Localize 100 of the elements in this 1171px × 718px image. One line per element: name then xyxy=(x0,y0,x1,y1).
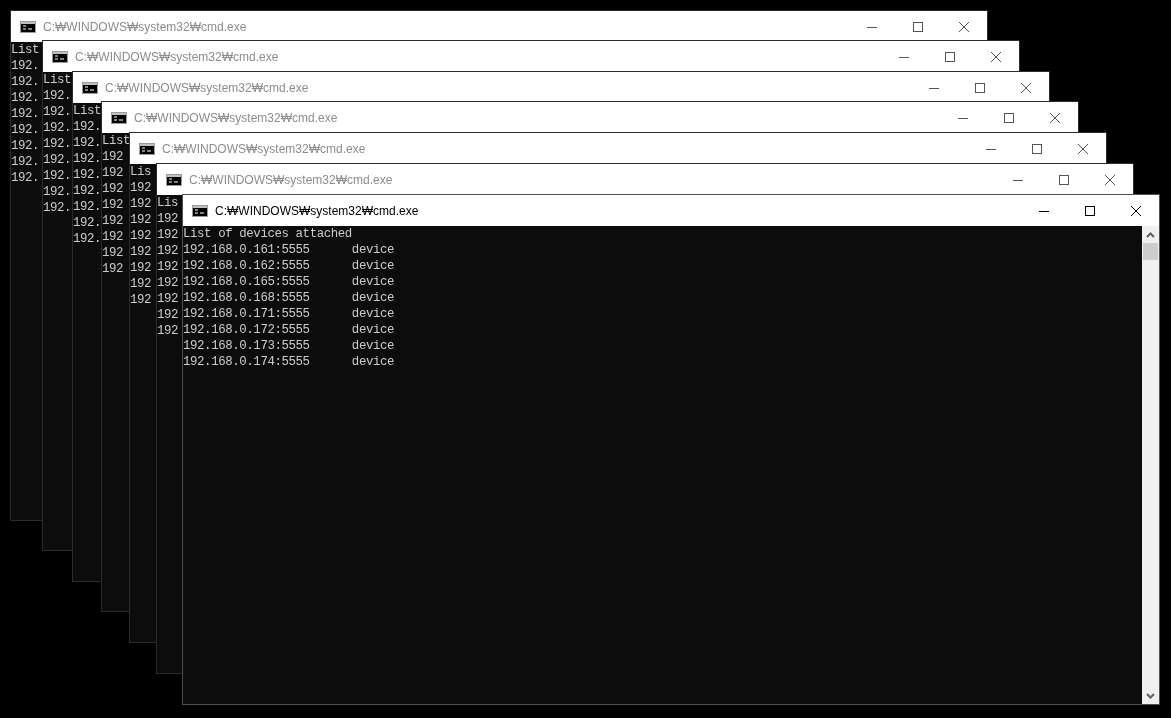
console-line: 192 xyxy=(157,307,179,323)
console-line: 192 xyxy=(130,276,152,292)
console-line: List xyxy=(102,133,131,149)
console-line: List xyxy=(43,72,72,88)
console-icon xyxy=(52,50,68,63)
console-line: 192 xyxy=(157,211,179,227)
console-line: 192.168.0.168:5555 device xyxy=(183,290,395,306)
console-line: 192 xyxy=(157,227,179,243)
console-line: 192. xyxy=(43,200,72,216)
maximize-icon xyxy=(1059,174,1069,185)
console-line: 192.168.0.162:5555 device xyxy=(183,258,395,274)
console-line: 192 xyxy=(102,261,124,277)
maximize-icon xyxy=(1085,205,1095,216)
console-line: 192. xyxy=(73,119,102,135)
console-line: 192. xyxy=(11,138,40,154)
console-line: 192 xyxy=(102,229,124,245)
close-icon xyxy=(959,21,969,32)
console-line: 192 xyxy=(157,243,179,259)
console-line: Lis xyxy=(157,195,179,211)
console-line: 192 xyxy=(130,244,152,260)
console-line: 192. xyxy=(43,104,72,120)
console-line: 192 xyxy=(130,180,152,196)
console-line: 192 xyxy=(157,275,179,291)
console-icon xyxy=(192,204,208,217)
console-line: 192. xyxy=(43,120,72,136)
console-icon xyxy=(20,20,36,33)
maximize-icon xyxy=(1004,112,1014,123)
console-line: 192. xyxy=(43,152,72,168)
window-title: C:₩WINDOWS₩system32₩cmd.exe xyxy=(162,140,367,158)
console-icon xyxy=(139,142,155,155)
console-icon xyxy=(166,173,182,186)
console-line: List of devices attached xyxy=(183,226,352,242)
console-line: 192 xyxy=(102,165,124,181)
console-line: 192 xyxy=(102,213,124,229)
console-line: 192. xyxy=(43,88,72,104)
console-line: 192 xyxy=(157,259,179,275)
maximize-icon xyxy=(1032,143,1042,154)
console-line: 192 xyxy=(102,149,124,165)
title-bar[interactable]: C:₩WINDOWS₩system32₩cmd.exe xyxy=(130,133,1106,164)
title-bar[interactable]: C:₩WINDOWS₩system32₩cmd.exe xyxy=(73,72,1049,103)
title-bar[interactable]: C:₩WINDOWS₩system32₩cmd.exe xyxy=(183,195,1159,226)
console-line: Lis xyxy=(130,164,152,180)
console-line: 192. xyxy=(73,199,102,215)
scroll-thumb[interactable] xyxy=(1143,243,1158,260)
console-line: 192.168.0.171:5555 device xyxy=(183,306,395,322)
console-line: 192. xyxy=(11,106,40,122)
window-title: C:₩WINDOWS₩system32₩cmd.exe xyxy=(189,171,394,189)
close-icon xyxy=(1078,143,1088,154)
close-icon xyxy=(1131,205,1141,216)
console-line: 192. xyxy=(73,167,102,183)
console-line: 192. xyxy=(43,136,72,152)
title-bar[interactable]: C:₩WINDOWS₩system32₩cmd.exe xyxy=(157,164,1133,195)
window-title: C:₩WINDOWS₩system32₩cmd.exe xyxy=(134,109,339,127)
console-line: 192 xyxy=(102,245,124,261)
console-line: 192. xyxy=(11,154,40,170)
console-line: 192.168.0.174:5555 device xyxy=(183,354,395,370)
console-line: 192. xyxy=(11,58,40,74)
console-line: 192 xyxy=(157,323,179,339)
console-line: 192 xyxy=(130,212,152,228)
console-line: 192 xyxy=(130,228,152,244)
console-line: 192. xyxy=(73,151,102,167)
maximize-icon xyxy=(945,51,955,62)
console-line: 192 xyxy=(130,196,152,212)
window-title: C:₩WINDOWS₩system32₩cmd.exe xyxy=(75,48,280,66)
console-icon xyxy=(82,81,98,94)
console-line: 192. xyxy=(11,122,40,138)
console-line: 192. xyxy=(11,170,40,186)
title-bar[interactable]: C:₩WINDOWS₩system32₩cmd.exe xyxy=(43,41,1019,72)
console-line: List xyxy=(73,103,102,119)
console-line: 192.168.0.165:5555 device xyxy=(183,274,395,290)
console-line: 192. xyxy=(73,135,102,151)
console-line: 192.168.0.173:5555 device xyxy=(183,338,395,354)
console-line: List xyxy=(11,42,40,58)
console-line: 192. xyxy=(73,183,102,199)
close-icon xyxy=(991,51,1001,62)
scrollbar[interactable] xyxy=(1142,226,1159,704)
window-title: C:₩WINDOWS₩system32₩cmd.exe xyxy=(215,202,420,220)
console-line: 192 xyxy=(157,291,179,307)
window-title: C:₩WINDOWS₩system32₩cmd.exe xyxy=(105,79,310,97)
maximize-icon xyxy=(913,21,923,32)
console-line: 192. xyxy=(43,184,72,200)
console-line: 192. xyxy=(11,74,40,90)
console-line: 192.168.0.172:5555 device xyxy=(183,322,395,338)
console-line: 192 xyxy=(130,292,152,308)
title-bar[interactable]: C:₩WINDOWS₩system32₩cmd.exe xyxy=(102,102,1078,133)
console-line: 192. xyxy=(73,231,102,247)
console-line: 192. xyxy=(73,215,102,231)
close-icon xyxy=(1050,112,1060,123)
console-line: 192. xyxy=(11,90,40,106)
title-bar[interactable]: C:₩WINDOWS₩system32₩cmd.exe xyxy=(11,11,987,42)
close-icon xyxy=(1021,82,1031,93)
console-line: 192 xyxy=(130,260,152,276)
console-line: 192 xyxy=(102,197,124,213)
console-icon xyxy=(111,111,127,124)
console-line: 192 xyxy=(102,181,124,197)
console-line: 192. xyxy=(43,168,72,184)
close-icon xyxy=(1105,174,1115,185)
console-line: 192.168.0.161:5555 device xyxy=(183,242,395,258)
window-title: C:₩WINDOWS₩system32₩cmd.exe xyxy=(43,18,248,36)
maximize-icon xyxy=(975,82,985,93)
